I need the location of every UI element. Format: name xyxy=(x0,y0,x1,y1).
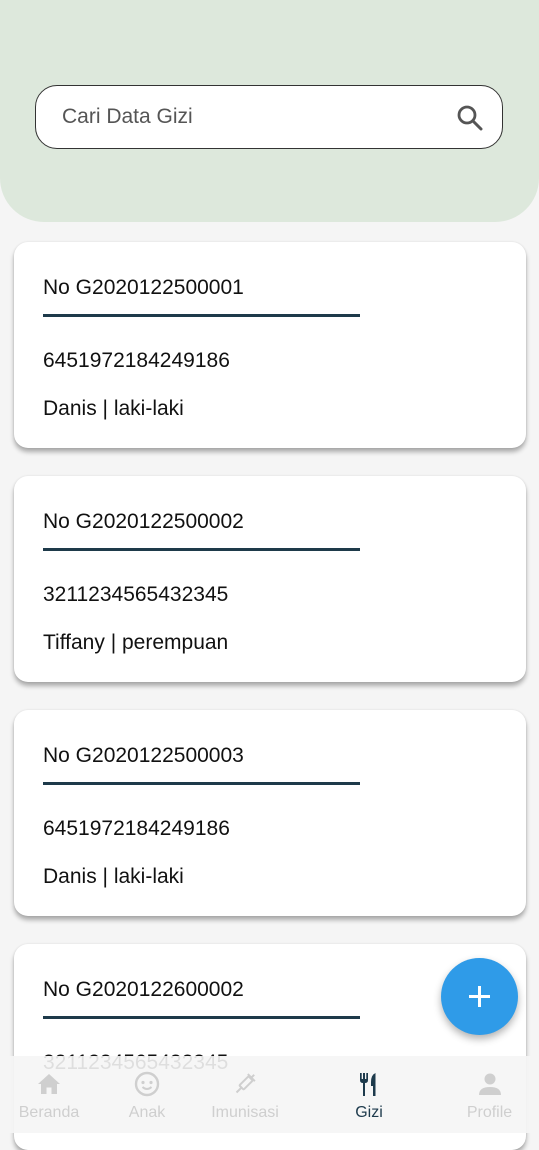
record-card[interactable]: No G2020122500002 3211234565432345 Tiffa… xyxy=(14,476,526,682)
record-nik: 6451972184249186 xyxy=(43,817,230,840)
nav-item-beranda[interactable]: Beranda xyxy=(0,1056,98,1133)
record-divider xyxy=(43,1016,360,1019)
record-name-gender: Tiffany | perempuan xyxy=(43,631,229,654)
syringe-icon xyxy=(235,1073,256,1094)
nav-item-imunisasi[interactable]: Imunisasi xyxy=(196,1056,294,1133)
search-input[interactable] xyxy=(62,86,442,148)
record-divider xyxy=(43,782,360,785)
record-nik: 6451972184249186 xyxy=(43,349,230,372)
nav-label: Beranda xyxy=(18,1104,80,1121)
record-card[interactable]: No G2020122500001 6451972184249186 Danis… xyxy=(14,242,526,448)
record-nik: 3211234565432345 xyxy=(43,583,229,606)
nav-item-gizi[interactable]: Gizi xyxy=(320,1056,418,1133)
record-name-gender: Danis | laki-laki xyxy=(43,865,184,888)
record-number: No G2020122500003 xyxy=(43,744,244,767)
record-divider xyxy=(43,548,360,551)
nav-item-profile[interactable]: Profile xyxy=(440,1056,539,1133)
search-box[interactable] xyxy=(35,85,503,149)
record-divider xyxy=(43,314,360,317)
bottom-navigation: Beranda Anak Imunisasi Gizi Profile xyxy=(0,1056,539,1133)
record-number: No G2020122500001 xyxy=(43,276,244,299)
baby-face-icon xyxy=(134,1071,160,1097)
nav-label: Profile xyxy=(466,1104,513,1121)
header-panel xyxy=(0,0,539,222)
nav-label: Imunisasi xyxy=(211,1104,279,1121)
person-icon xyxy=(478,1073,501,1095)
add-record-button[interactable] xyxy=(441,958,518,1035)
home-icon xyxy=(38,1074,60,1094)
search-icon[interactable] xyxy=(456,104,484,132)
fork-knife-icon xyxy=(360,1073,376,1096)
record-number: No G2020122600002 xyxy=(43,978,244,1001)
nav-label: Anak xyxy=(128,1104,166,1121)
record-number: No G2020122500002 xyxy=(43,510,244,533)
nav-label: Gizi xyxy=(355,1104,383,1121)
record-card[interactable]: No G2020122500003 6451972184249186 Danis… xyxy=(14,710,526,916)
record-name-gender: Danis | laki-laki xyxy=(43,397,184,420)
nav-item-anak[interactable]: Anak xyxy=(98,1056,196,1133)
